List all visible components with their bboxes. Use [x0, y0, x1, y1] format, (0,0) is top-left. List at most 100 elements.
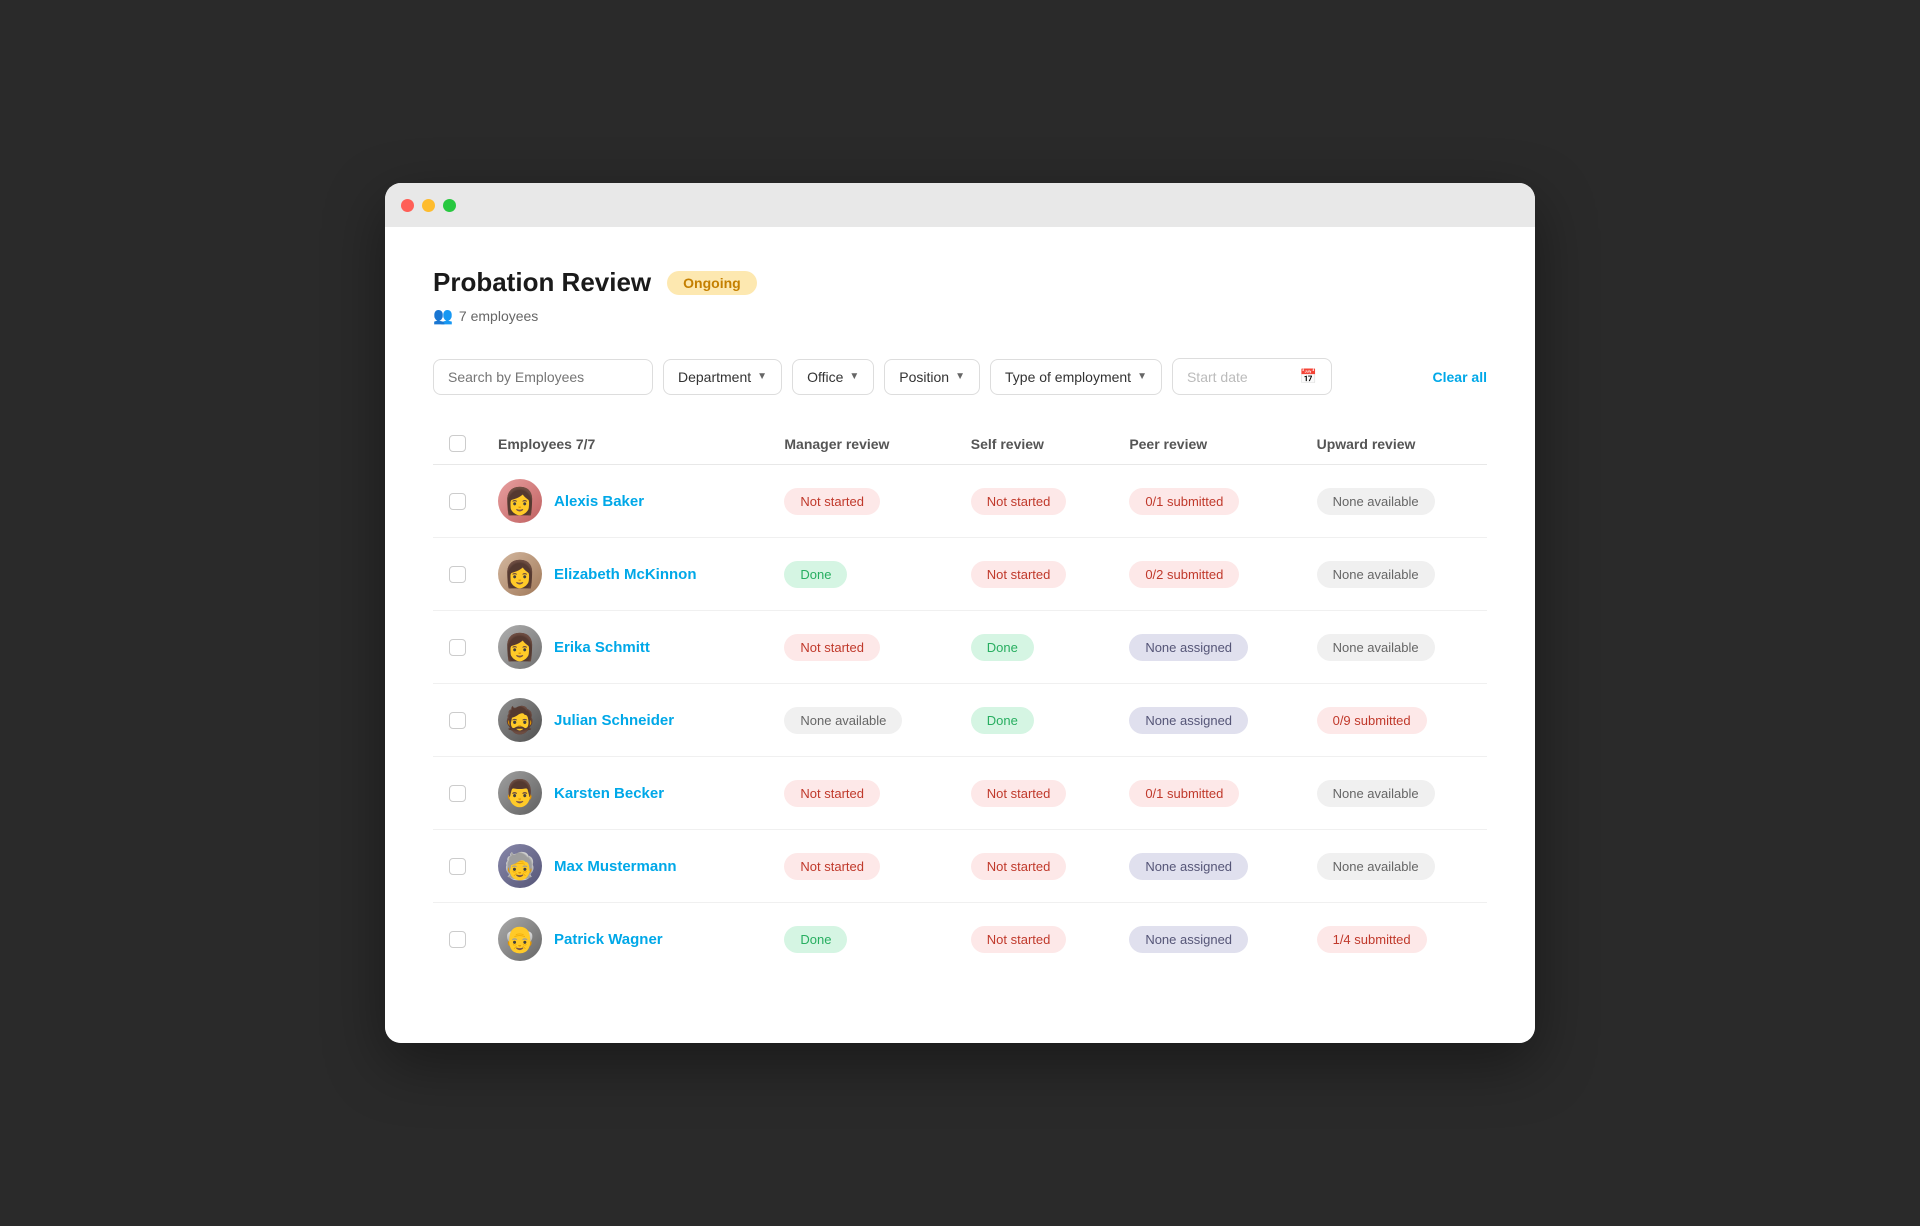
self-review-badge[interactable]: Not started	[971, 926, 1067, 953]
type-of-employment-filter[interactable]: Type of employment ▼	[990, 359, 1162, 395]
row-checkbox[interactable]	[449, 785, 466, 802]
upward-review-badge[interactable]: 1/4 submitted	[1317, 926, 1427, 953]
self-review-badge[interactable]: Not started	[971, 780, 1067, 807]
upward-review-cell: 1/4 submitted	[1301, 903, 1487, 976]
manager-review-badge[interactable]: Not started	[784, 780, 880, 807]
employee-cell: 🧓 Max Mustermann	[482, 830, 768, 903]
row-checkbox[interactable]	[449, 566, 466, 583]
peer-review-badge[interactable]: None assigned	[1129, 634, 1248, 661]
employees-table: Employees 7/7 Manager review Self review…	[433, 423, 1487, 975]
manager-review-badge[interactable]: Done	[784, 926, 847, 953]
col-manager-review: Manager review	[768, 423, 954, 465]
employee-cell: 👨 Karsten Becker	[482, 757, 768, 830]
employee-cell: 🧔 Julian Schneider	[482, 684, 768, 757]
row-checkbox[interactable]	[449, 639, 466, 656]
upward-review-badge[interactable]: None available	[1317, 634, 1435, 661]
upward-review-cell: None available	[1301, 611, 1487, 684]
peer-review-cell: 0/1 submitted	[1113, 465, 1300, 538]
upward-review-badge[interactable]: None available	[1317, 488, 1435, 515]
upward-review-badge[interactable]: None available	[1317, 780, 1435, 807]
select-all-checkbox[interactable]	[449, 435, 466, 452]
row-checkbox-cell	[433, 903, 482, 976]
titlebar	[385, 183, 1535, 227]
employee-name[interactable]: Patrick Wagner	[554, 931, 663, 948]
employee-name[interactable]: Karsten Becker	[554, 785, 664, 802]
upward-review-badge[interactable]: None available	[1317, 853, 1435, 880]
chevron-down-icon: ▼	[757, 371, 767, 382]
avatar: 👨	[498, 771, 542, 815]
select-all-header	[433, 423, 482, 465]
peer-review-badge[interactable]: 0/2 submitted	[1129, 561, 1239, 588]
self-review-cell: Not started	[955, 830, 1114, 903]
chevron-down-icon: ▼	[1137, 371, 1147, 382]
manager-review-badge[interactable]: Done	[784, 561, 847, 588]
row-checkbox[interactable]	[449, 931, 466, 948]
peer-review-badge[interactable]: 0/1 submitted	[1129, 780, 1239, 807]
employee-name[interactable]: Max Mustermann	[554, 858, 677, 875]
maximize-dot[interactable]	[443, 199, 456, 212]
peer-review-cell: None assigned	[1113, 830, 1300, 903]
avatar-emoji: 👩	[498, 625, 542, 669]
peer-review-cell: None assigned	[1113, 903, 1300, 976]
employee-cell: 👩 Alexis Baker	[482, 465, 768, 538]
table-row: 👨 Karsten Becker Not started Not started…	[433, 757, 1487, 830]
table-header: Employees 7/7 Manager review Self review…	[433, 423, 1487, 465]
peer-review-badge[interactable]: 0/1 submitted	[1129, 488, 1239, 515]
minimize-dot[interactable]	[422, 199, 435, 212]
upward-review-cell: 0/9 submitted	[1301, 684, 1487, 757]
self-review-badge[interactable]: Not started	[971, 853, 1067, 880]
row-checkbox-cell	[433, 757, 482, 830]
avatar-emoji: 👩	[498, 479, 542, 523]
employee-cell: 👩 Elizabeth McKinnon	[482, 538, 768, 611]
upward-review-badge[interactable]: None available	[1317, 561, 1435, 588]
self-review-badge[interactable]: Done	[971, 707, 1034, 734]
self-review-badge[interactable]: Not started	[971, 561, 1067, 588]
peer-review-badge[interactable]: None assigned	[1129, 926, 1248, 953]
office-filter[interactable]: Office ▼	[792, 359, 874, 395]
manager-review-cell: Not started	[768, 830, 954, 903]
peer-review-cell: None assigned	[1113, 611, 1300, 684]
close-dot[interactable]	[401, 199, 414, 212]
manager-review-badge[interactable]: Not started	[784, 634, 880, 661]
table-row: 👩 Erika Schmitt Not started Done None as…	[433, 611, 1487, 684]
peer-review-cell: 0/1 submitted	[1113, 757, 1300, 830]
employee-name[interactable]: Julian Schneider	[554, 712, 674, 729]
col-self-review: Self review	[955, 423, 1114, 465]
manager-review-cell: Done	[768, 903, 954, 976]
row-checkbox[interactable]	[449, 858, 466, 875]
peer-review-badge[interactable]: None assigned	[1129, 853, 1248, 880]
manager-review-badge[interactable]: Not started	[784, 488, 880, 515]
clear-all-button[interactable]: Clear all	[1433, 369, 1487, 385]
table-row: 👩 Alexis Baker Not started Not started 0…	[433, 465, 1487, 538]
manager-review-badge[interactable]: None available	[784, 707, 902, 734]
filters-row: Department ▼ Office ▼ Position ▼ Type of…	[433, 358, 1487, 395]
row-checkbox[interactable]	[449, 493, 466, 510]
employee-name[interactable]: Alexis Baker	[554, 493, 644, 510]
self-review-badge[interactable]: Not started	[971, 488, 1067, 515]
avatar-emoji: 👩	[498, 552, 542, 596]
search-input[interactable]	[433, 359, 653, 395]
manager-review-cell: Not started	[768, 611, 954, 684]
avatar-emoji: 👴	[498, 917, 542, 961]
chevron-down-icon: ▼	[849, 371, 859, 382]
self-review-badge[interactable]: Done	[971, 634, 1034, 661]
employee-name[interactable]: Erika Schmitt	[554, 639, 650, 656]
calendar-icon: 📅	[1300, 368, 1317, 385]
avatar: 👩	[498, 479, 542, 523]
peer-review-badge[interactable]: None assigned	[1129, 707, 1248, 734]
table-row: 🧓 Max Mustermann Not started Not started…	[433, 830, 1487, 903]
table-row: 👩 Elizabeth McKinnon Done Not started 0/…	[433, 538, 1487, 611]
avatar: 👴	[498, 917, 542, 961]
upward-review-badge[interactable]: 0/9 submitted	[1317, 707, 1427, 734]
page-header: Probation Review Ongoing	[433, 267, 1487, 298]
position-filter[interactable]: Position ▼	[884, 359, 980, 395]
manager-review-badge[interactable]: Not started	[784, 853, 880, 880]
department-filter[interactable]: Department ▼	[663, 359, 782, 395]
employee-name[interactable]: Elizabeth McKinnon	[554, 566, 697, 583]
row-checkbox-cell	[433, 611, 482, 684]
manager-review-cell: Not started	[768, 757, 954, 830]
avatar-emoji: 👨	[498, 771, 542, 815]
employee-cell: 👩 Erika Schmitt	[482, 611, 768, 684]
row-checkbox[interactable]	[449, 712, 466, 729]
start-date-input[interactable]: Start date 📅	[1172, 358, 1332, 395]
